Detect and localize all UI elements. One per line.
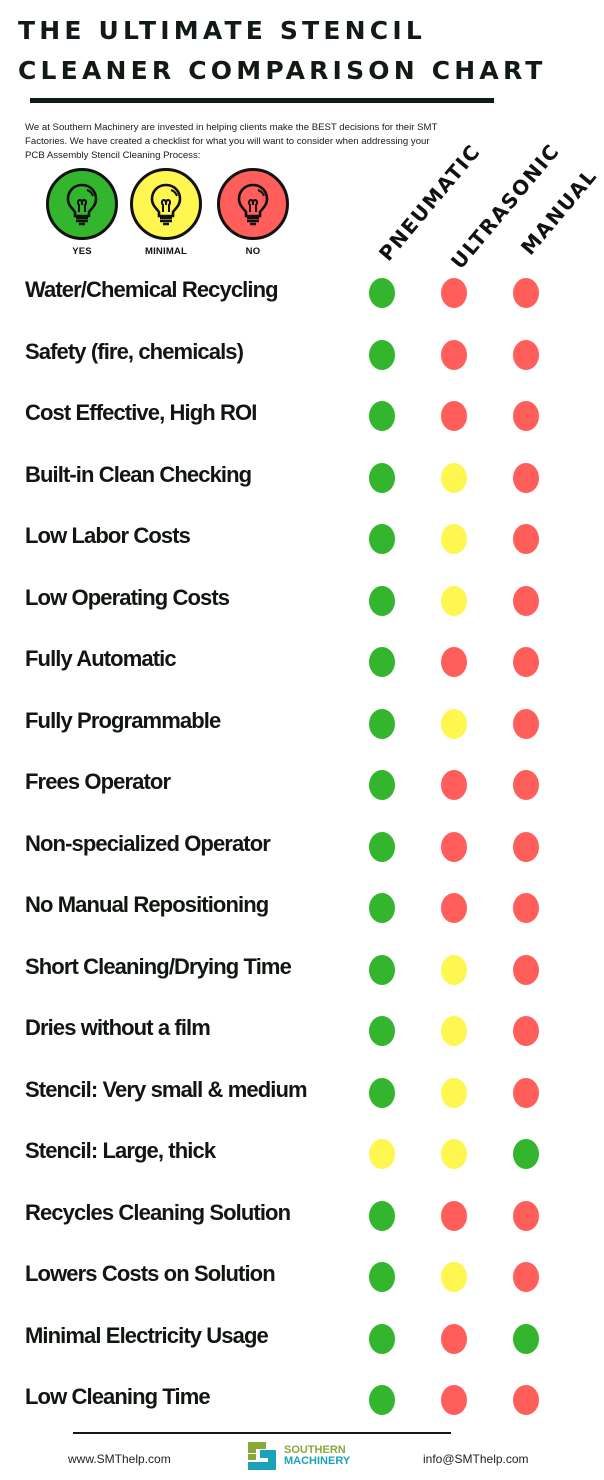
status-dot-yes [369,1077,395,1108]
legend-label: MINIMAL [144,246,188,257]
status-dot-yes [369,1385,395,1415]
status-dot-yes [369,1262,395,1292]
row-label: Low Labor Costs [25,523,191,548]
status-dot-yes [369,1200,395,1231]
row-label: Recycles Cleaning Solution [25,1199,291,1225]
logo-text-machinery: MACHINERY [284,1455,351,1467]
status-dot-yes [369,524,395,554]
row-label: Built-in Clean Checking [25,461,252,487]
status-dot-no [441,1385,467,1415]
status-dot-yes [513,1323,539,1354]
status-dot-minimal [441,524,467,554]
southern-machinery-logo[interactable]: SOUTHERN MACHINERY [246,1440,350,1472]
status-dot-no [441,339,467,370]
row-label: Lowers Costs on Solution [25,1261,276,1286]
status-dot-no [441,893,467,923]
row-label: Fully Programmable [25,707,221,733]
status-dot-no [513,524,539,554]
status-dot-no [441,278,467,308]
logo-mark-icon [248,1442,276,1470]
status-dot-minimal [441,1139,467,1169]
row-label: Fully Automatic [25,646,177,671]
lightbulb-icon [217,168,289,240]
status-dot-yes [369,954,395,985]
status-dot-no [441,831,467,862]
status-dot-no [513,1385,539,1415]
row-label: Stencil: Large, thick [25,1138,216,1163]
status-dot-no [513,1262,539,1292]
website-link[interactable]: www.SMThelp.com [68,1452,171,1466]
row-label: Frees Operator [25,769,171,794]
legend-item-yes: YES [37,168,127,257]
legend-item-no: NO [208,168,298,257]
row-label: Low Operating Costs [25,584,230,610]
email-link[interactable]: info@SMThelp.com [423,1452,529,1466]
row-label: No Manual Repositioning [25,892,269,917]
status-dot-no [513,647,539,677]
status-dot-minimal [441,1262,467,1292]
status-dot-no [513,585,539,616]
status-dot-no [513,893,539,923]
legend-item-minimal: MINIMAL [121,168,211,257]
footer-divider [73,1432,451,1434]
row-label: Minimal Electricity Usage [25,1322,269,1348]
status-dot-no [441,1200,467,1231]
status-dot-yes [369,893,395,923]
row-label: Water/Chemical Recycling [25,277,279,302]
status-dot-yes [369,585,395,616]
row-label: Safety (fire, chemicals) [25,338,244,364]
status-dot-no [513,1077,539,1108]
status-dot-no [441,1323,467,1354]
row-label: Non-specialized Operator [25,830,271,856]
status-dot-no [513,954,539,985]
status-dot-no [513,401,539,431]
status-dot-yes [369,831,395,862]
status-dot-minimal [441,1077,467,1108]
status-dot-no [441,770,467,800]
status-dot-no [513,278,539,308]
status-dot-yes [369,462,395,493]
status-dot-yes [369,1323,395,1354]
status-dot-yes [369,647,395,677]
status-dot-yes [369,339,395,370]
row-label: Dries without a film [25,1015,211,1040]
status-dot-minimal [441,954,467,985]
status-dot-minimal [369,1139,395,1169]
row-label: Low Cleaning Time [25,1384,211,1409]
status-dot-yes [369,1016,395,1046]
lightbulb-icon [130,168,202,240]
status-dot-minimal [441,708,467,739]
status-dot-minimal [441,462,467,493]
status-dot-no [513,770,539,800]
status-dot-no [441,401,467,431]
row-label: Short Cleaning/Drying Time [25,953,292,979]
status-dot-no [513,1016,539,1046]
status-dot-no [441,647,467,677]
row-label: Stencil: Very small & medium [25,1076,308,1102]
row-label: Cost Effective, High ROI [25,400,257,425]
status-dot-no [513,831,539,862]
status-dot-no [513,339,539,370]
status-dot-yes [369,401,395,431]
status-dot-no [513,708,539,739]
legend-label: YES [72,246,92,257]
status-dot-no [513,1200,539,1231]
legend-label: NO [245,246,261,257]
title-line-1: THE ULTIMATE STENCIL [18,16,426,45]
intro-paragraph: We at Southern Machinery are invested in… [25,122,438,161]
status-dot-minimal [441,1016,467,1046]
title-underline [30,98,494,103]
lightbulb-icon [46,168,118,240]
title-line-2: CLEANER COMPARISON CHART [18,56,547,85]
status-dot-yes [513,1139,539,1169]
status-dot-minimal [441,585,467,616]
status-dot-yes [369,708,395,739]
status-dot-no [513,462,539,493]
status-dot-yes [369,278,395,308]
status-dot-yes [369,770,395,800]
